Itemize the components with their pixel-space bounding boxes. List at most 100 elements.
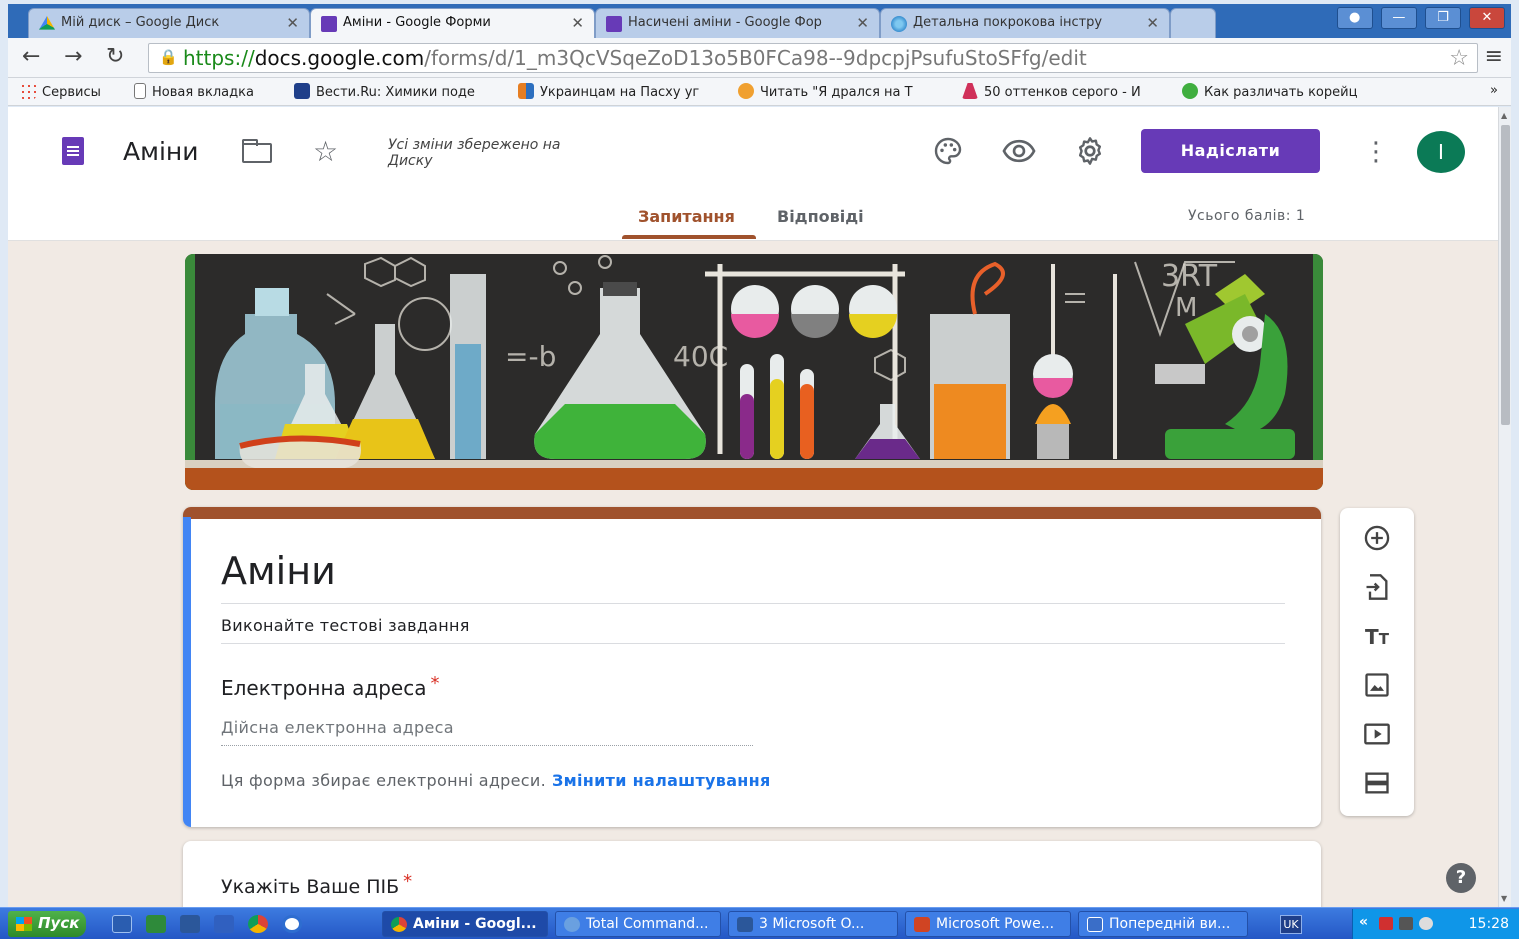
start-button[interactable]: Пуск <box>8 911 86 937</box>
show-desktop-icon[interactable] <box>112 915 132 933</box>
window-controls: ● — ❐ ✕ <box>1334 6 1505 29</box>
scroll-up-arrow-icon[interactable]: ▲ <box>1501 111 1507 120</box>
bookmark-item[interactable]: Вести.Ru: Химики поде <box>294 83 498 100</box>
browser-tab-instructions[interactable]: Детальна покрокова інстру ✕ <box>880 8 1170 38</box>
windows-taskbar: Пуск Аміни - Googl... Total Command... 3… <box>0 907 1519 939</box>
tab-questions[interactable]: Запитання <box>638 207 735 226</box>
question-label: Укажіть Ваше ПІБ * <box>221 871 412 898</box>
user-icon[interactable]: ● <box>1336 7 1373 29</box>
news-icon <box>518 83 534 99</box>
taskbar-item-preview[interactable]: Попередній ви... <box>1078 911 1248 937</box>
scrollbar-thumb[interactable] <box>1501 125 1510 425</box>
google-forms-icon[interactable] <box>62 137 84 165</box>
bookmark-item[interactable]: Украинцам на Пасху уг <box>518 83 722 100</box>
tab-responses[interactable]: Відповіді <box>777 207 864 226</box>
browser-tab-forms[interactable]: Аміни - Google Форми ✕ <box>310 8 595 38</box>
close-icon[interactable]: ✕ <box>1146 14 1159 32</box>
avatar[interactable]: I <box>1417 131 1465 173</box>
word-icon[interactable] <box>180 915 200 933</box>
email-note-text: Ця форма збирає електронні адреси. <box>221 771 546 790</box>
form-title-card[interactable]: Аміни Виконайте тестові завдання Електро… <box>183 507 1321 827</box>
browser-menu-icon[interactable]: ≡ <box>1485 44 1503 69</box>
media-player-icon[interactable] <box>282 915 302 933</box>
add-question-icon[interactable] <box>1362 524 1392 554</box>
more-options-icon[interactable]: ⋮ <box>1363 137 1389 167</box>
active-tab-indicator <box>622 235 756 239</box>
bookmark-item[interactable]: 50 оттенков серого - И <box>962 83 1168 100</box>
change-settings-link[interactable]: Змінити налаштування <box>552 771 771 790</box>
save-status: Усі зміни збережено на Диску <box>388 137 561 169</box>
browser-tab-title: Детальна покрокова інстру <box>913 15 1103 30</box>
form-name[interactable]: Аміни <box>123 137 199 166</box>
browser-tab-drive[interactable]: Мій диск – Google Диск ✕ <box>28 8 310 38</box>
back-icon[interactable]: ← <box>22 44 40 69</box>
chrome-icon[interactable] <box>248 915 268 933</box>
help-icon[interactable]: ? <box>1446 863 1476 893</box>
forward-icon[interactable]: → <box>64 44 82 69</box>
close-icon[interactable]: ✕ <box>286 14 299 32</box>
minimize-button[interactable]: — <box>1380 7 1417 29</box>
palette-icon[interactable] <box>931 135 965 169</box>
question-card[interactable]: Укажіть Ваше ПІБ * <box>183 841 1321 907</box>
form-description[interactable]: Виконайте тестові завдання <box>221 616 470 635</box>
browser-toolbar: ← → ↻ 🔒 https://docs.google.com/forms/d/… <box>8 38 1511 78</box>
send-button[interactable]: Надіслати <box>1141 129 1320 173</box>
save-icon[interactable] <box>214 915 234 933</box>
scroll-down-arrow-icon[interactable]: ▼ <box>1501 894 1507 903</box>
word-icon <box>737 917 753 932</box>
language-indicator[interactable]: UK <box>1280 915 1302 934</box>
bookmark-label: Как различать корейц <box>1204 85 1358 100</box>
taskbar-item-powerpoint[interactable]: Microsoft Powe... <box>905 911 1071 937</box>
import-questions-icon[interactable] <box>1362 573 1392 603</box>
browser-tab-title: Насичені аміни - Google Фор <box>628 15 822 30</box>
add-section-icon[interactable] <box>1362 769 1392 799</box>
taskbar-item-chrome[interactable]: Аміни - Googl... <box>382 911 548 937</box>
bookmark-label: Вести.Ru: Химики поде <box>316 85 475 100</box>
taskbar-item-label: Total Command... <box>586 916 709 932</box>
close-icon[interactable]: ✕ <box>571 14 584 32</box>
close-window-button[interactable]: ✕ <box>1469 7 1505 29</box>
antivirus-icon[interactable] <box>1379 917 1393 930</box>
email-field[interactable]: Дійсна електронна адреса <box>221 718 454 737</box>
taskbar-item-label: Microsoft Powe... <box>936 916 1055 932</box>
browser-tab-saturated-amines[interactable]: Насичені аміни - Google Фор ✕ <box>595 8 880 38</box>
taskbar-item-total-commander[interactable]: Total Command... <box>555 911 721 937</box>
bookmark-item[interactable]: Новая вкладка <box>134 83 286 100</box>
lock-icon: 🔒 <box>159 48 178 66</box>
excel-icon[interactable] <box>146 915 166 933</box>
add-video-icon[interactable] <box>1362 720 1392 750</box>
page-scrollbar[interactable]: ▲ ▼ <box>1498 107 1511 907</box>
add-title-icon[interactable]: TT <box>1362 622 1392 652</box>
divider <box>221 603 1285 604</box>
bookmark-label: Читать "Я дрался на Т <box>760 85 913 100</box>
close-icon[interactable]: ✕ <box>856 14 869 32</box>
divider <box>221 643 1285 644</box>
reload-icon[interactable]: ↻ <box>106 44 124 69</box>
bookmarks-more-icon[interactable]: » <box>1490 83 1498 98</box>
star-icon[interactable]: ☆ <box>313 135 338 168</box>
apps-grid-icon <box>20 83 36 99</box>
taskbar-item-microsoft-office[interactable]: 3 Microsoft O... <box>728 911 898 937</box>
restore-button[interactable]: ❐ <box>1424 7 1461 29</box>
bookmark-item[interactable]: Как различать корейц <box>1182 83 1392 100</box>
preview-eye-icon[interactable] <box>1002 135 1036 169</box>
system-tray: « 15:28 <box>1352 909 1519 939</box>
total-points: Усього балів: 1 <box>1188 208 1306 224</box>
folder-icon[interactable] <box>242 139 272 163</box>
browser-tab-bar: Мій диск – Google Диск ✕ Аміни - Google … <box>8 4 1511 38</box>
total-commander-icon <box>564 917 580 932</box>
bookmark-item[interactable]: Читать "Я дрался на Т <box>738 83 944 100</box>
new-tab-button[interactable] <box>1170 8 1216 38</box>
show-hidden-icons-icon[interactable]: « <box>1359 914 1368 930</box>
network-icon[interactable] <box>1399 917 1413 930</box>
form-title[interactable]: Аміни <box>221 549 336 593</box>
address-bar[interactable]: 🔒 https://docs.google.com/forms/d/1_m3Qc… <box>148 43 1478 73</box>
add-image-icon[interactable] <box>1362 671 1392 701</box>
settings-gear-icon[interactable] <box>1073 135 1107 169</box>
bookmark-item[interactable]: Сервисы <box>20 83 130 100</box>
clock[interactable]: 15:28 <box>1469 916 1509 932</box>
bookmark-star-icon[interactable]: ☆ <box>1449 46 1469 71</box>
taskbar-item-label: Попередній ви... <box>1109 916 1231 932</box>
volume-icon[interactable] <box>1419 917 1433 930</box>
question-toolbar: TT <box>1340 508 1414 816</box>
